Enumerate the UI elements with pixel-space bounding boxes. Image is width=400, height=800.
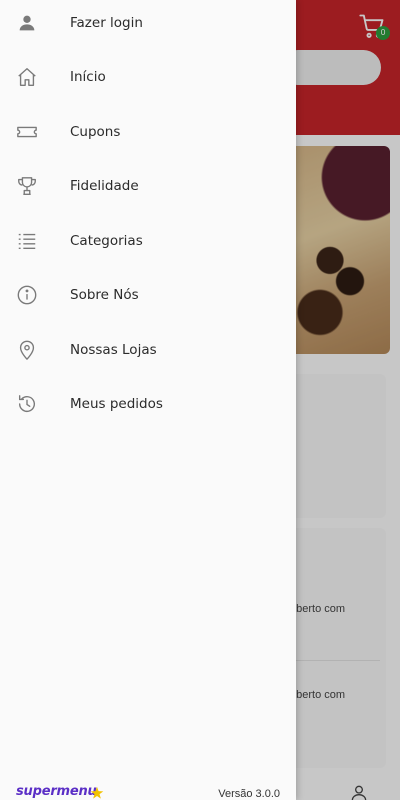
menu-item-label: Fidelidade <box>70 178 139 194</box>
info-icon <box>16 284 38 306</box>
person-icon <box>16 12 38 34</box>
menu-item-home[interactable]: Início <box>0 50 296 104</box>
menu-item-about[interactable]: Sobre Nós <box>0 268 296 322</box>
menu-item-stores[interactable]: Nossas Lojas <box>0 323 296 377</box>
menu-item-label: Categorias <box>70 233 143 249</box>
brand-logo: supermenu <box>16 784 97 799</box>
ticket-icon <box>16 121 38 143</box>
drawer-footer: supermenu Versão 3.0.0 <box>0 780 296 800</box>
navigation-drawer: Fazer login Início Cupons Fidelidade Cat… <box>0 0 296 800</box>
menu-item-coupons[interactable]: Cupons <box>0 105 296 159</box>
home-icon <box>16 66 38 88</box>
menu-item-login[interactable]: Fazer login <box>0 0 296 50</box>
menu-item-loyalty[interactable]: Fidelidade <box>0 159 296 213</box>
menu-item-label: Cupons <box>70 124 121 140</box>
trophy-icon <box>16 175 38 197</box>
menu-item-label: Fazer login <box>70 15 143 31</box>
brand-star-icon <box>90 786 104 799</box>
location-pin-icon <box>16 339 38 361</box>
history-icon <box>16 393 38 415</box>
list-icon <box>16 230 38 252</box>
app-version: Versão 3.0.0 <box>218 788 280 800</box>
menu-item-label: Início <box>70 69 106 85</box>
menu-item-label: Meus pedidos <box>70 396 163 412</box>
menu-item-orders[interactable]: Meus pedidos <box>0 377 296 431</box>
menu-item-label: Sobre Nós <box>70 287 139 303</box>
menu-item-categories[interactable]: Categorias <box>0 214 296 268</box>
menu-item-label: Nossas Lojas <box>70 342 157 358</box>
